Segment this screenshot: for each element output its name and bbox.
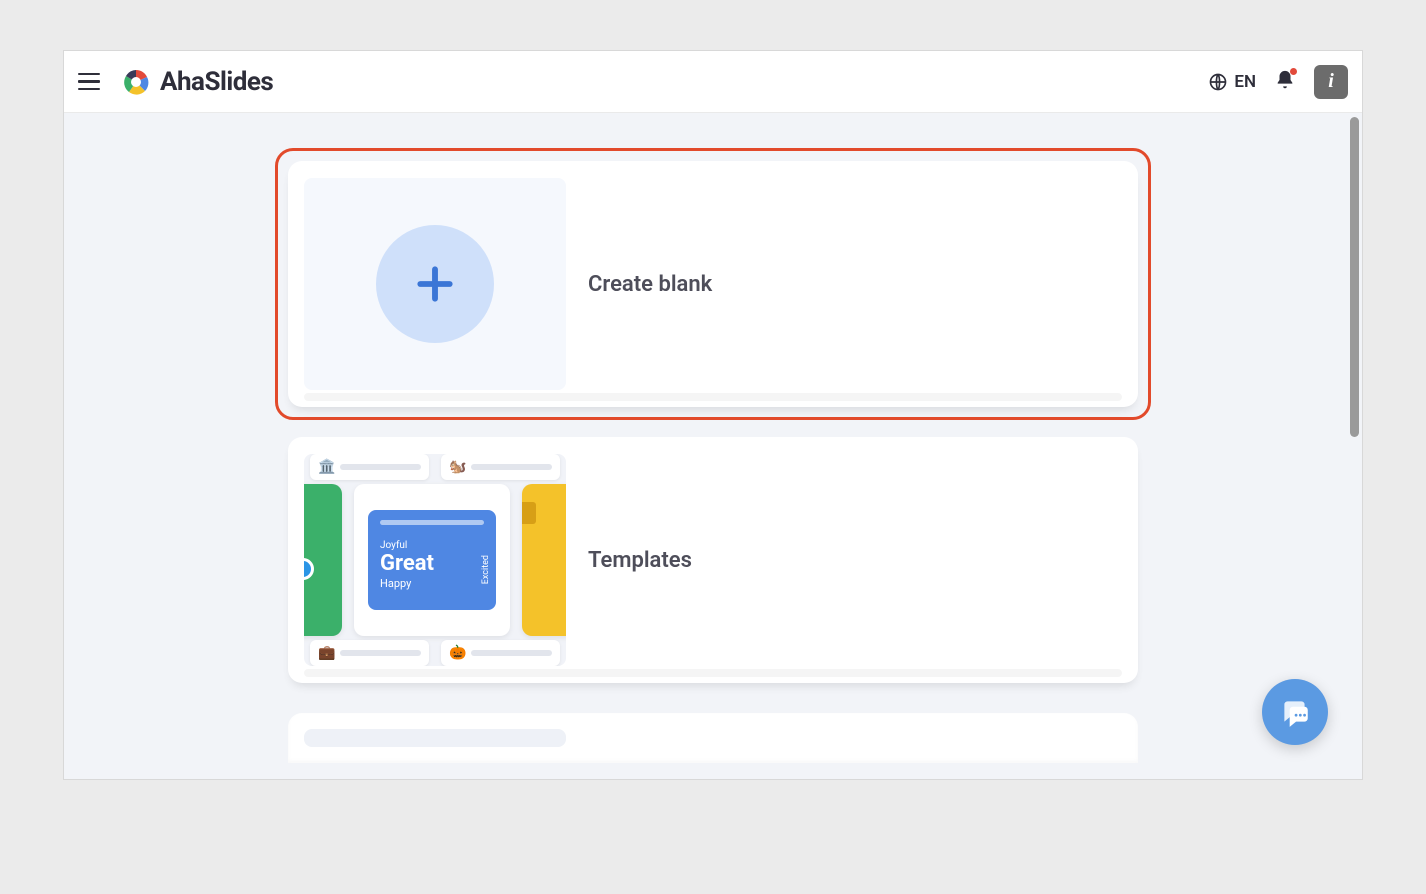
notifications-button[interactable] [1274, 69, 1296, 95]
chat-icon [1278, 695, 1312, 729]
language-label: EN [1234, 72, 1256, 92]
globe-icon [1208, 72, 1228, 92]
plus-icon [413, 262, 457, 306]
logo-icon [120, 66, 152, 98]
info-icon: i [1328, 70, 1334, 93]
app-header: AhaSlides EN i [64, 51, 1362, 113]
menu-button[interactable] [78, 68, 106, 96]
create-blank-title: Create blank [588, 272, 712, 297]
scrollbar-thumb[interactable] [1350, 117, 1359, 437]
create-blank-thumb [304, 178, 566, 390]
templates-title: Templates [588, 548, 692, 573]
content-area: Create blank 🏛️ 🐿️ Joyful [64, 113, 1362, 779]
highlight-ring: Create blank [275, 148, 1151, 420]
notification-dot [1290, 68, 1297, 75]
header-actions: EN i [1208, 65, 1348, 99]
templates-card[interactable]: 🏛️ 🐿️ Joyful Great Happy Excited [288, 437, 1138, 683]
templates-thumb: 🏛️ 🐿️ Joyful Great Happy Excited [304, 454, 566, 666]
cards-column: Create blank 🏛️ 🐿️ Joyful [288, 161, 1138, 763]
chat-fab[interactable] [1262, 679, 1328, 745]
info-button[interactable]: i [1314, 65, 1348, 99]
app-window: AhaSlides EN i [63, 50, 1363, 780]
menu-icon [78, 73, 100, 76]
next-card-peek[interactable] [288, 713, 1138, 763]
brand-logo[interactable]: AhaSlides [120, 66, 273, 98]
language-switcher[interactable]: EN [1208, 72, 1256, 92]
create-blank-card[interactable]: Create blank [288, 161, 1138, 407]
brand-name: AhaSlides [160, 67, 273, 97]
plus-circle [376, 225, 494, 343]
